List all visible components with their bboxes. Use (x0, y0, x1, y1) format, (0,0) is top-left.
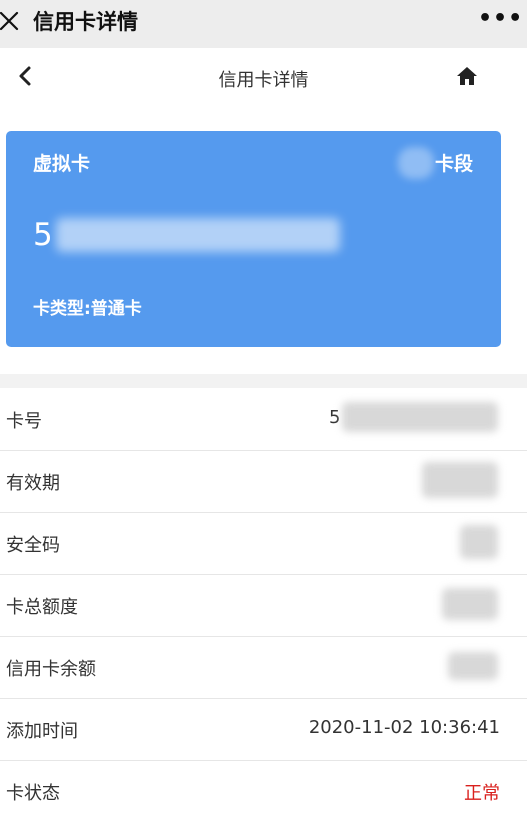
row-label: 信用卡余额 (6, 659, 96, 680)
detail-row-card-number: 卡号 5 (0, 388, 527, 451)
detail-row-added-time: 添加时间 2020-11-02 10:36:41 (0, 698, 527, 761)
row-label: 卡总额度 (6, 597, 78, 618)
row-value: 5 (329, 407, 341, 428)
detail-row-security-code: 安全码 (0, 512, 527, 575)
detail-row-expiry: 有效期 (0, 450, 527, 513)
redacted-value (442, 588, 498, 620)
status-badge: 正常 (464, 783, 500, 804)
row-label: 有效期 (6, 473, 60, 494)
redacted-value (448, 652, 498, 680)
card-number-redacted (56, 218, 340, 252)
card-type-label: 虚拟卡 (33, 153, 91, 175)
window-title: 信用卡详情 (33, 10, 138, 34)
window-titlebar: 信用卡详情 ••• (0, 0, 527, 48)
redacted-value (460, 525, 498, 559)
detail-row-balance: 信用卡余额 (0, 636, 527, 699)
row-label: 卡状态 (6, 783, 60, 804)
card-kind-label: 卡类型:普通卡 (33, 299, 142, 319)
redacted-value (342, 402, 498, 432)
detail-row-status: 卡状态 正常 (0, 760, 527, 822)
row-label: 卡号 (6, 411, 42, 432)
page-title: 信用卡详情 (218, 70, 309, 91)
row-label: 添加时间 (6, 721, 78, 742)
row-label: 安全码 (6, 535, 60, 556)
redacted-value (422, 462, 498, 498)
close-icon[interactable] (0, 10, 20, 32)
card-segment-label: 卡段 (434, 153, 473, 175)
page-navbar: 信用卡详情 (0, 48, 527, 104)
credit-card-panel: 虚拟卡 卡段 5 卡类型:普通卡 (6, 131, 501, 347)
added-time-value: 2020-11-02 10:36:41 (308, 717, 500, 738)
home-icon[interactable] (455, 64, 479, 88)
card-number-prefix: 5 (33, 217, 53, 253)
more-icon[interactable]: ••• (478, 6, 523, 31)
section-divider (0, 374, 527, 388)
card-segment-redacted (398, 147, 434, 179)
detail-row-total-limit: 卡总额度 (0, 574, 527, 637)
